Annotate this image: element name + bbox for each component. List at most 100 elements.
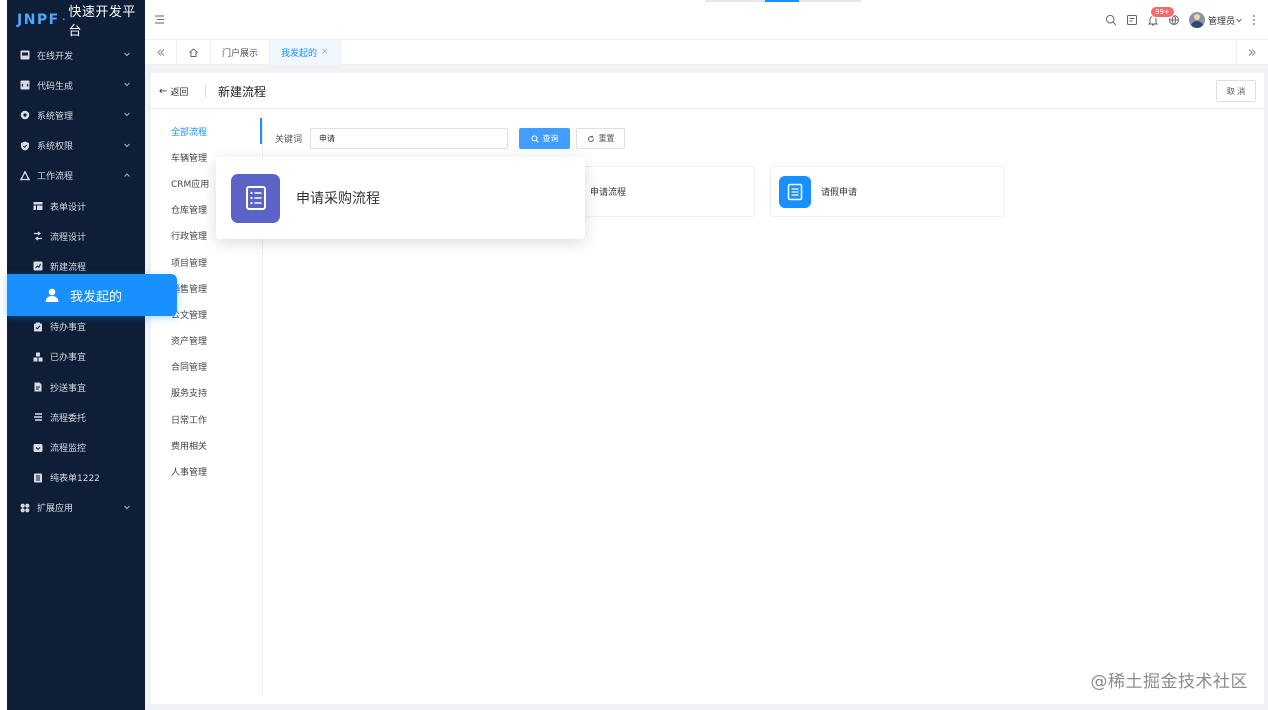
sidebar-item-label: 扩展应用 xyxy=(37,504,74,515)
brand-logo[interactable]: JNPF · 快速开发平台 xyxy=(7,0,145,40)
sidebar-item-label: 新建流程 xyxy=(50,262,87,273)
flow-design-icon xyxy=(33,231,43,241)
done-icon xyxy=(33,352,43,362)
shield-icon xyxy=(20,141,30,151)
sidebar: JNPF · 快速开发平台 在线开发代码生成系统管理系统权限工作流程表单设计流程… xyxy=(7,0,145,710)
flow-card[interactable]: 请假申请 xyxy=(770,166,1005,217)
category-item[interactable]: 日常工作 xyxy=(151,406,262,432)
sidebar-item-label: 我发起的 xyxy=(70,289,123,305)
category-item[interactable]: 全部流程 xyxy=(151,118,262,145)
user-menu[interactable]: 管理员 xyxy=(1188,12,1243,28)
search-icon[interactable] xyxy=(1105,14,1117,26)
sidebar-item-label: 已办事宜 xyxy=(50,353,87,364)
sidebar-item-label: 系统管理 xyxy=(37,111,74,122)
sidebar-item[interactable]: 系统管理 xyxy=(7,100,145,130)
home-icon xyxy=(189,47,198,57)
sidebar-item[interactable]: 扩展应用 xyxy=(7,493,145,523)
keyword-input[interactable]: 申请 xyxy=(310,128,509,149)
document-icon xyxy=(779,175,811,208)
reset-label: 重置 xyxy=(598,134,615,143)
code-icon xyxy=(20,80,30,90)
logo-word: JNPF xyxy=(17,12,60,28)
sidebar-item-label: 表单设计 xyxy=(50,202,87,213)
delegate-icon xyxy=(33,412,43,422)
message-icon[interactable] xyxy=(1126,14,1138,26)
category-item[interactable]: 人事管理 xyxy=(151,458,262,484)
query-label: 查询 xyxy=(542,134,559,143)
sidebar-item-my-initiated[interactable]: 我发起的 xyxy=(7,274,177,316)
avatar xyxy=(1188,12,1205,28)
arrow-left-icon: ← xyxy=(159,86,168,97)
workflow-icon xyxy=(20,170,30,181)
panel-header: ← 返回 新建流程 取 消 xyxy=(151,73,1264,109)
sidebar-item[interactable]: 抄送事宜 xyxy=(7,372,145,402)
menu-fold-icon[interactable] xyxy=(154,14,165,28)
sidebar-item[interactable]: 流程设计 xyxy=(7,221,145,251)
list-document-icon xyxy=(231,173,280,223)
tab-portal[interactable]: 门户展示 xyxy=(211,39,271,65)
query-button[interactable]: 查询 xyxy=(519,128,571,149)
category-item[interactable]: 项目管理 xyxy=(151,249,262,275)
sidebar-item[interactable]: 纯表单1222 xyxy=(7,463,145,493)
tab-home[interactable] xyxy=(177,39,211,65)
tabs-scroll-right-icon[interactable] xyxy=(1236,39,1268,65)
category-item[interactable]: 资产管理 xyxy=(151,328,262,354)
category-item[interactable]: 费用相关 xyxy=(151,432,262,458)
sidebar-item-label: 工作流程 xyxy=(37,172,74,183)
todo-icon xyxy=(33,322,43,332)
flow-card-highlight[interactable]: 申请采购流程 xyxy=(216,157,585,239)
chevron-down-icon xyxy=(123,141,131,149)
top-header: 99+ 管理员 xyxy=(145,0,1268,40)
tab-label: 门户展示 xyxy=(222,48,259,59)
top-nav-indicator xyxy=(705,0,861,2)
sidebar-item[interactable]: 流程监控 xyxy=(7,432,145,462)
category-item[interactable]: 合同管理 xyxy=(151,354,262,380)
tab-my-initiated[interactable]: 我发起的 × xyxy=(270,39,341,65)
form-icon xyxy=(33,201,43,211)
cc-icon xyxy=(33,382,43,392)
sidebar-item[interactable]: 代码生成 xyxy=(7,70,145,100)
page-title: 新建流程 xyxy=(218,85,267,99)
sidebar-item-label: 在线开发 xyxy=(37,51,74,62)
sidebar-item[interactable]: 系统权限 xyxy=(7,131,145,161)
divider xyxy=(205,84,206,98)
sidebar-item[interactable]: 待办事宜 xyxy=(7,312,145,342)
sidebar-item[interactable]: 流程委托 xyxy=(7,402,145,432)
chevron-down-icon xyxy=(123,80,131,88)
keyword-label: 关键词 xyxy=(275,135,303,145)
sidebar-item[interactable]: 已办事宜 xyxy=(7,342,145,372)
monitor-flow-icon xyxy=(33,443,43,453)
sidebar-item-label: 流程设计 xyxy=(50,232,87,243)
user-icon xyxy=(44,287,60,303)
chevron-down-icon xyxy=(123,50,131,58)
reset-button[interactable]: 重置 xyxy=(576,128,626,149)
user-name: 管理员 xyxy=(1207,16,1235,27)
sidebar-item-label: 代码生成 xyxy=(37,81,74,92)
cancel-button[interactable]: 取 消 xyxy=(1216,80,1256,102)
flow-card-label: 申请流程 xyxy=(590,188,627,198)
pure-form-icon xyxy=(33,473,43,483)
sidebar-item-label: 系统权限 xyxy=(37,142,74,153)
sidebar-item[interactable]: 工作流程 xyxy=(7,161,145,191)
bell-icon[interactable]: 99+ xyxy=(1147,6,1175,26)
flow-card-label: 申请采购流程 xyxy=(296,191,380,207)
sidebar-item-label: 流程委托 xyxy=(50,413,87,424)
tab-close-icon[interactable]: × xyxy=(321,47,329,57)
sidebar-item[interactable]: 表单设计 xyxy=(7,191,145,221)
watermark: @稀土掘金技术社区 xyxy=(1090,672,1248,692)
tab-label: 我发起的 xyxy=(281,48,318,59)
logo-separator: · xyxy=(61,12,67,28)
monitor-icon xyxy=(20,50,30,60)
back-button[interactable]: ← 返回 xyxy=(159,85,188,98)
sidebar-item-label: 纯表单1222 xyxy=(50,474,100,485)
gear-icon xyxy=(20,110,30,120)
tabs-scroll-left-icon[interactable] xyxy=(145,39,177,65)
sidebar-item-label: 待办事宜 xyxy=(50,323,87,334)
back-label: 返回 xyxy=(170,88,189,98)
category-item[interactable]: 服务支持 xyxy=(151,380,262,406)
notification-badge: 99+ xyxy=(1149,6,1175,18)
flow-card-label: 请假申请 xyxy=(821,188,858,198)
more-vertical-icon[interactable] xyxy=(1252,14,1258,26)
sidebar-item[interactable]: 在线开发 xyxy=(7,40,145,70)
search-bar: 关键词 申请 查询 重置 xyxy=(275,128,626,149)
